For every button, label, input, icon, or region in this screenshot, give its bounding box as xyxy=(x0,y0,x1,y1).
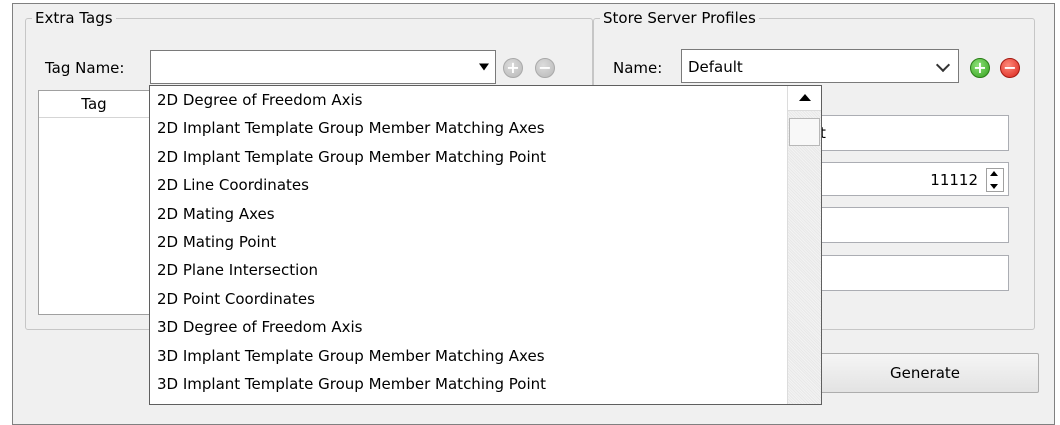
tag-column-header[interactable]: Tag xyxy=(39,91,150,118)
list-item[interactable]: 2D Degree of Freedom Axis xyxy=(150,86,787,114)
extra-tags-title: Extra Tags xyxy=(32,8,116,28)
scroll-up-button[interactable] xyxy=(788,86,821,111)
add-tag-icon[interactable]: + xyxy=(503,58,523,78)
list-item[interactable]: 2D Line Coordinates xyxy=(150,171,787,199)
profile-field-3[interactable] xyxy=(813,207,1009,243)
dropdown-items: 2D Degree of Freedom Axis 2D Implant Tem… xyxy=(150,86,787,398)
add-profile-icon[interactable]: + xyxy=(970,58,990,78)
scrollbar-thumb[interactable] xyxy=(789,118,820,146)
store-server-profiles-title: Store Server Profiles xyxy=(600,8,759,28)
profile-field-4[interactable] xyxy=(813,255,1009,291)
profile-name-label: Name: xyxy=(613,59,663,77)
dropdown-scrollbar[interactable] xyxy=(787,86,821,404)
port-value: 11112 xyxy=(930,171,978,189)
list-item[interactable]: 2D Mating Axes xyxy=(150,200,787,228)
spin-arrows-icon[interactable] xyxy=(986,168,1004,192)
list-item[interactable]: 2D Implant Template Group Member Matchin… xyxy=(150,143,787,171)
remove-profile-icon[interactable]: − xyxy=(1000,58,1020,78)
arrow-up-icon xyxy=(799,94,811,101)
list-item[interactable]: 2D Implant Template Group Member Matchin… xyxy=(150,114,787,142)
profile-field-1[interactable]: t xyxy=(813,115,1009,151)
profile-name-combobox[interactable]: Default xyxy=(681,49,959,83)
tag-name-combobox[interactable] xyxy=(150,50,496,84)
dropdown-arrow-icon[interactable] xyxy=(479,63,489,71)
list-item[interactable]: 3D Implant Template Group Member Matchin… xyxy=(150,342,787,370)
profile-name-value: Default xyxy=(688,58,743,76)
list-item[interactable]: 2D Plane Intersection xyxy=(150,256,787,284)
list-item[interactable]: 2D Mating Point xyxy=(150,228,787,256)
tag-name-label: Tag Name: xyxy=(45,59,125,77)
generate-button[interactable]: Generate xyxy=(811,353,1039,393)
chevron-down-icon[interactable] xyxy=(935,57,951,73)
remove-tag-icon[interactable]: − xyxy=(535,58,555,78)
list-item[interactable]: 2D Point Coordinates xyxy=(150,285,787,313)
tag-name-dropdown-list[interactable]: 2D Degree of Freedom Axis 2D Implant Tem… xyxy=(149,85,822,405)
port-spinbox[interactable]: 11112 xyxy=(813,162,1009,196)
list-item[interactable]: 3D Implant Template Group Member Matchin… xyxy=(150,370,787,398)
list-item[interactable]: 3D Degree of Freedom Axis xyxy=(150,313,787,341)
